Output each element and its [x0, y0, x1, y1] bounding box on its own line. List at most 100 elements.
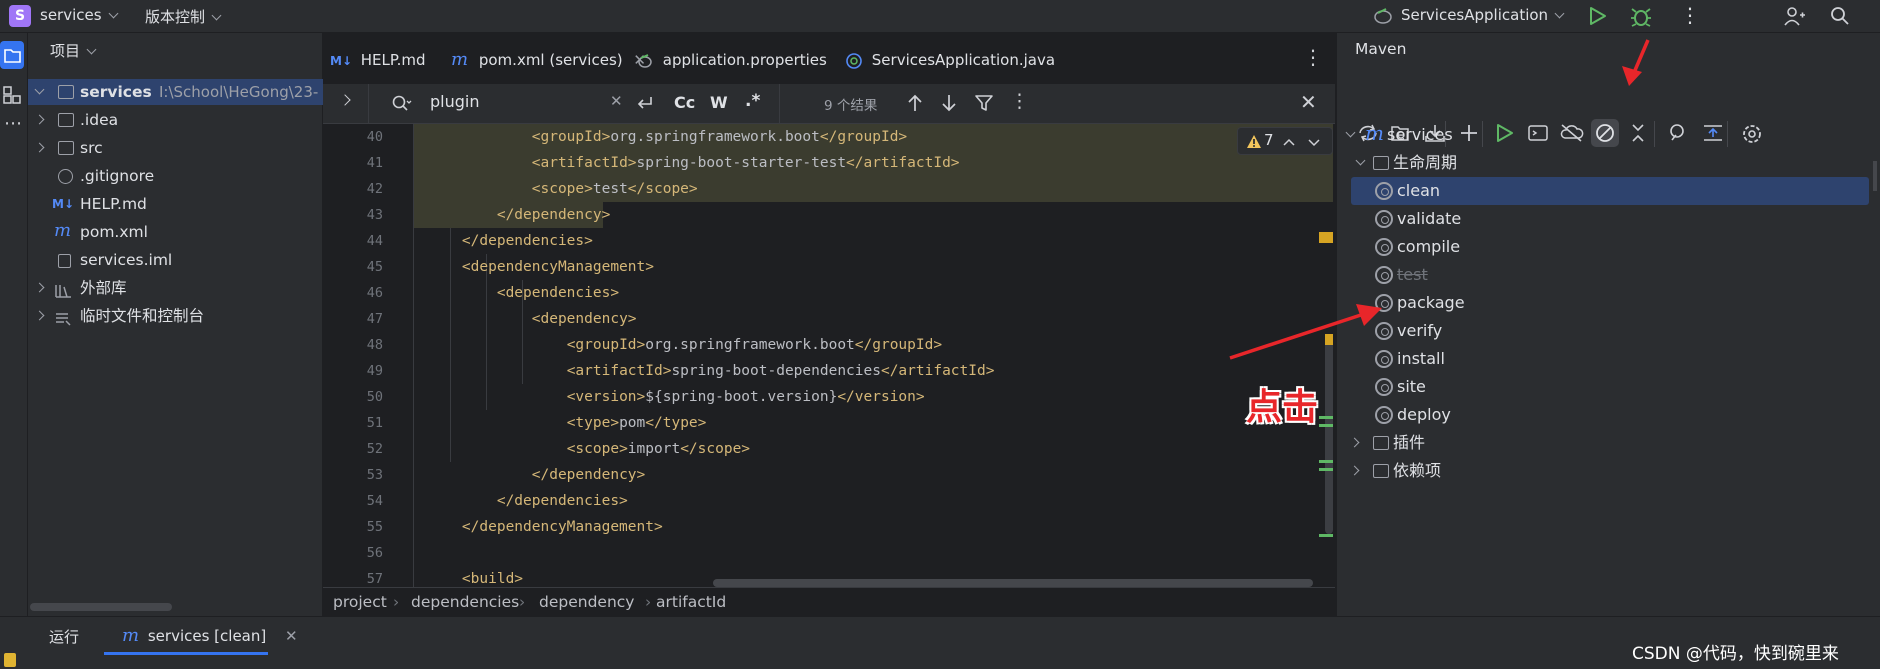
maven-title: Maven	[1355, 40, 1407, 58]
lifecycle-goal-install[interactable]: install	[1351, 345, 1869, 373]
regex-button[interactable]: .*	[745, 91, 760, 111]
tab-pom-xml[interactable]: m pom.xml (services) ✕	[441, 33, 658, 87]
lifecycle-goal-package[interactable]: package	[1351, 289, 1869, 317]
chevron-down-icon	[1554, 8, 1565, 19]
horizontal-scrollbar[interactable]	[30, 603, 172, 611]
markdown-icon: M↓	[330, 54, 352, 68]
structure-icon[interactable]	[2, 85, 22, 109]
code-line[interactable]: <artifactId>spring-boot-dependencies</ar…	[427, 358, 995, 384]
tree-item-external-libs[interactable]: 外部库	[28, 275, 323, 301]
search-history-icon[interactable]	[391, 94, 413, 118]
chevron-right-icon	[34, 114, 45, 125]
code-editor[interactable]: 7 40 <groupId>org.springframework.boot</…	[323, 124, 1335, 587]
more-vertical-icon[interactable]: ⋮	[1680, 3, 1700, 27]
tree-item-scratches[interactable]: 临时文件和控制台	[28, 303, 323, 329]
code-line[interactable]: <groupId>org.springframework.boot</group…	[427, 124, 907, 150]
filter-icon[interactable]	[974, 93, 994, 117]
run-tab-services-clean[interactable]: m services [clean] ✕	[122, 623, 298, 649]
maven-project-services[interactable]: m services	[1337, 121, 1857, 149]
code-line[interactable]: <version>${spring-boot.version}</version…	[427, 384, 925, 410]
vcs-menu[interactable]: 版本控制	[145, 6, 222, 27]
close-find-icon[interactable]: ✕	[1300, 90, 1317, 114]
chevron-down-icon[interactable]	[1308, 137, 1320, 147]
editor-tabs: M↓ HELP.md m pom.xml (services) ✕ applic…	[323, 33, 1335, 87]
project-tool-button[interactable]	[0, 41, 24, 69]
breadcrumb-item[interactable]: dependencies	[411, 588, 519, 616]
chevron-up-icon[interactable]	[1283, 137, 1295, 147]
arrow-down-icon[interactable]	[940, 93, 958, 117]
find-more-icon[interactable]: ⋮	[1010, 90, 1029, 112]
error-stripe-marker[interactable]	[1319, 232, 1333, 243]
project-badge[interactable]: S	[9, 5, 31, 27]
horizontal-scrollbar[interactable]	[713, 579, 1313, 587]
run-tool-label[interactable]: 运行	[49, 626, 79, 647]
lifecycle-goal-site[interactable]: site	[1351, 373, 1869, 401]
tab-services-application[interactable]: ServicesApplication.java	[845, 33, 1055, 87]
markdown-icon: M↓	[52, 197, 74, 211]
tree-item-pom[interactable]: m pom.xml	[28, 219, 323, 245]
code-line[interactable]: </dependencyManagement>	[427, 514, 663, 540]
tree-item-gitignore[interactable]: .gitignore	[28, 163, 323, 189]
chevron-right-icon[interactable]	[339, 94, 351, 106]
breadcrumb-item[interactable]: dependency	[539, 588, 634, 616]
tabs-more-icon[interactable]: ⋮	[1303, 45, 1323, 69]
ignore-icon	[58, 169, 73, 184]
chevron-right-icon	[34, 142, 45, 153]
tree-item-help-md[interactable]: M↓ HELP.md	[28, 191, 323, 217]
lifecycle-goal-test[interactable]: test	[1351, 261, 1869, 289]
code-line[interactable]: </dependency>	[427, 202, 611, 228]
project-panel-header[interactable]: 项目	[50, 40, 97, 61]
maven-plugins-node[interactable]: 插件	[1337, 429, 1857, 457]
error-stripe-marker[interactable]	[1325, 334, 1333, 345]
search-icon[interactable]	[1830, 6, 1850, 30]
lifecycle-goal-compile[interactable]: compile	[1351, 233, 1869, 261]
debug-icon[interactable]	[1630, 5, 1652, 31]
whole-word-button[interactable]: W	[710, 93, 728, 112]
code-line[interactable]: <build>	[427, 566, 523, 587]
vertical-scrollbar[interactable]	[1325, 334, 1333, 534]
find-input[interactable]: plugin	[430, 92, 479, 111]
tab-application-properties[interactable]: application.properties	[636, 33, 827, 87]
lifecycle-goal-verify[interactable]: verify	[1351, 317, 1869, 345]
tree-item-iml[interactable]: services.iml	[28, 247, 323, 273]
maven-lifecycle-node[interactable]: 生命周期	[1337, 149, 1857, 177]
code-line[interactable]: <artifactId>spring-boot-starter-test</ar…	[427, 150, 960, 176]
match-case-button[interactable]: Cc	[674, 93, 695, 112]
tree-item-label: 外部库	[80, 279, 127, 297]
breadcrumb-item[interactable]: artifactId	[656, 588, 726, 616]
code-line[interactable]: <dependencyManagement>	[427, 254, 654, 280]
lifecycle-goal-deploy[interactable]: deploy	[1351, 401, 1869, 429]
plugins-label: 插件	[1393, 433, 1426, 452]
tree-item-label: 临时文件和控制台	[80, 307, 205, 325]
code-line[interactable]: <scope>test</scope>	[427, 176, 698, 202]
arrow-up-icon[interactable]	[906, 93, 924, 117]
code-line[interactable]: </dependencies>	[427, 488, 628, 514]
newline-icon[interactable]	[635, 93, 655, 117]
code-line[interactable]: </dependency>	[427, 462, 646, 488]
more-horizontal-icon[interactable]: ⋯	[4, 113, 22, 134]
run-config-selector[interactable]: ServicesApplication	[1401, 6, 1565, 24]
tab-help-md[interactable]: M↓ HELP.md	[330, 33, 426, 87]
code-line[interactable]: <dependency>	[427, 306, 637, 332]
tree-item-idea[interactable]: .idea	[28, 107, 323, 133]
project-switcher[interactable]: services	[40, 6, 118, 24]
add-user-icon[interactable]	[1783, 6, 1805, 30]
run-icon[interactable]	[1587, 6, 1607, 30]
close-icon[interactable]: ✕	[285, 627, 298, 645]
clear-icon[interactable]: ✕	[610, 92, 623, 110]
tree-item-src[interactable]: src	[28, 135, 323, 161]
inspection-widget[interactable]: 7	[1237, 127, 1333, 155]
tab-label: application.properties	[662, 51, 827, 69]
breadcrumb-item[interactable]: project	[333, 588, 387, 616]
lifecycle-goal-clean[interactable]: clean	[1351, 177, 1869, 205]
code-line[interactable]: <type>pom</type>	[427, 410, 707, 436]
code-line[interactable]: </dependencies>	[427, 228, 593, 254]
tree-item-services[interactable]: services I:\School\HeGong\23-	[28, 79, 323, 105]
code-line[interactable]: <groupId>org.springframework.boot</group…	[427, 332, 942, 358]
dependencies-folder-icon	[1373, 464, 1389, 478]
code-line[interactable]: <scope>import</scope>	[427, 436, 750, 462]
gear-icon	[1375, 322, 1393, 340]
code-line[interactable]: <dependencies>	[427, 280, 619, 306]
maven-dependencies-node[interactable]: 依赖项	[1337, 457, 1857, 485]
lifecycle-goal-validate[interactable]: validate	[1351, 205, 1869, 233]
